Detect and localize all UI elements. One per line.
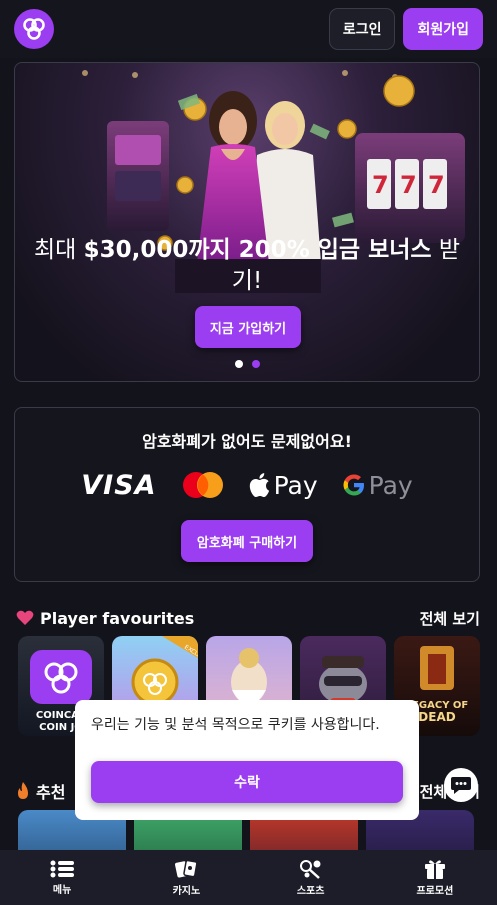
hero-title-prefix: 최대 [33,237,84,263]
nav-sports-label: 스포츠 [296,885,325,897]
logo[interactable] [14,9,54,49]
svg-text:7: 7 [428,171,445,199]
header: 로그인 회원가입 [0,0,497,58]
hero-signup-button[interactable]: 지금 가입하기 [195,306,301,348]
gift-icon [424,859,445,879]
nav-sports[interactable]: 스포츠 [249,850,373,905]
nav-promotions-label: 프로모션 [416,885,454,897]
carousel-dots [15,360,479,368]
cookie-banner: 우리는 기능 및 분석 목적으로 쿠키를 사용합니다. 수락 [75,700,419,820]
svg-text:DEAD: DEAD [418,710,455,724]
favourites-title: Player favourites [40,608,195,628]
favourites-header: Player favourites 전체 보기 [16,607,480,629]
heart-icon [16,610,34,625]
recommended-title: 추천 [36,783,66,802]
chat-icon [451,777,471,794]
apple-pay-logo: Pay [249,471,318,500]
fire-icon [18,782,28,799]
hero-banner[interactable]: 7 7 7 최대 $30,000까지 200% 입금 보너스 받기! 지금 가입… [14,62,480,382]
page: 로그인 회원가입 7 7 7 최대 $30,000까지 200% 입금 보너스 … [0,0,497,905]
hero-title: 최대 $30,000까지 200% 입금 보너스 받기! [21,235,473,297]
mastercard-logo-icon [182,472,223,498]
svg-text:7: 7 [400,171,417,199]
sports-icon [299,859,321,879]
cookie-accept-button[interactable]: 수락 [91,761,403,803]
signup-button[interactable]: 회원가입 [403,8,483,50]
nav-menu-label: 메뉴 [52,884,72,896]
visa-logo: VISA [81,469,157,501]
payment-logos: VISA Pay Pay [15,468,479,502]
apple-pay-text: Pay [273,470,318,500]
carousel-dot-1[interactable] [234,360,243,368]
google-g-icon [343,474,364,496]
google-pay-logo: Pay [342,471,413,500]
nav-casino-label: 카지노 [172,885,201,897]
logo-icon [23,18,45,40]
nav-casino[interactable]: 카지노 [124,850,248,905]
payment-title: 암호화폐가 없어도 문제없어요! [142,432,352,451]
login-button[interactable]: 로그인 [328,8,396,50]
bottom-nav: 메뉴 카지노 스포츠 프로모션 [0,850,497,905]
payment-card: 암호화폐가 없어도 문제없어요! VISA Pay Pay 암호화폐 구매하기 [14,407,480,582]
carousel-dot-2[interactable] [251,360,260,368]
chat-button[interactable] [444,768,478,802]
hero-title-bold: $30,000까지 200% 입금 보너스 [83,237,432,263]
menu-icon [50,860,75,877]
svg-text:7: 7 [372,171,389,199]
nav-promotions[interactable]: 프로모션 [373,850,497,905]
favourites-see-all-link[interactable]: 전체 보기 [420,608,480,629]
cookie-text: 우리는 기능 및 분석 목적으로 쿠키를 사용합니다. [91,717,380,733]
apple-icon [249,473,269,498]
nav-menu[interactable]: 메뉴 [0,850,124,905]
google-pay-text: Pay [368,470,413,500]
buy-crypto-button[interactable]: 암호화폐 구매하기 [181,520,313,562]
cards-icon [175,859,198,877]
